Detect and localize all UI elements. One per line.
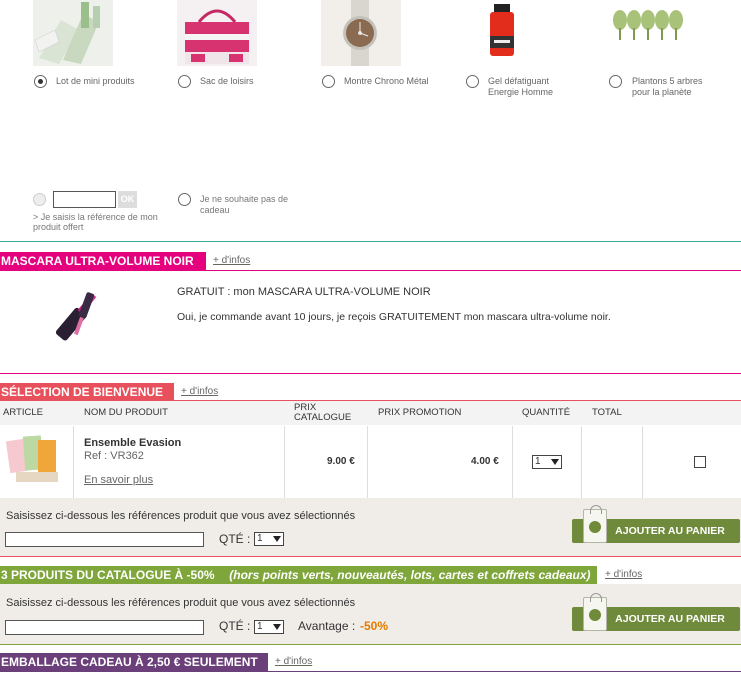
col-divider <box>284 426 285 498</box>
divider-teal <box>0 241 741 242</box>
gift-image-energy-gel[interactable] <box>464 0 544 66</box>
catalogue-section-title: 3 PRODUITS DU CATALOGUE À -50% (hors poi… <box>0 566 597 584</box>
gift-radio-mini-products[interactable] <box>34 75 47 88</box>
emballage-section-title: EMBALLAGE CADEAU À 2,50 € SEULEMENT <box>0 653 268 671</box>
advantage-label: Avantage : <box>298 619 356 633</box>
catalogue-entry-label: Saisissez ci-dessous les références prod… <box>6 597 356 609</box>
mascara-free-line: GRATUIT : mon MASCARA ULTRA-VOLUME NOIR <box>177 286 431 298</box>
catalogue-reference-field[interactable] <box>5 620 204 635</box>
bienvenue-entry-label: Saisissez ci-dessous les références prod… <box>6 510 356 522</box>
mascara-description: Oui, je commande avant 10 jours, je reço… <box>177 311 611 323</box>
col-divider <box>367 426 368 498</box>
catalogue-qty-label: QTÉ : <box>219 619 251 633</box>
gift-image-mini-products[interactable] <box>33 0 113 66</box>
gift-image-trees[interactable] <box>608 0 688 66</box>
catalogue-subtitle: (hors points verts, nouveautés, lots, ca… <box>229 568 591 582</box>
emballage-infos-link[interactable]: + d'infos <box>275 656 312 667</box>
gift-radio-energy-gel[interactable] <box>466 75 479 88</box>
mascara-infos-link[interactable]: + d'infos <box>213 255 250 266</box>
gift-label-trees: Plantons 5 arbres pour la planète <box>632 76 703 97</box>
gift-image-leisure-bag[interactable] <box>177 0 257 66</box>
col-divider <box>512 426 513 498</box>
reference-input[interactable] <box>53 191 116 208</box>
reference-radio[interactable] <box>33 193 46 206</box>
reference-note: > Je saisis la référence de mon produit … <box>33 212 158 232</box>
mascara-image <box>35 283 115 359</box>
ok-button[interactable]: OK <box>118 191 137 208</box>
bienvenue-reference-field[interactable] <box>5 532 204 547</box>
gift-radio-trees[interactable] <box>609 75 622 88</box>
emballage-underline <box>0 671 741 672</box>
no-gift-label: Je ne souhaite pas de cadeau <box>200 194 289 215</box>
row-quantity-select[interactable]: 1 <box>532 455 562 469</box>
product-more-link[interactable]: En savoir plus <box>84 474 153 486</box>
divider-green <box>0 644 741 645</box>
catalogue-qty-select[interactable]: 1 <box>254 620 284 634</box>
catalogue-qty-value: 1 <box>257 621 263 632</box>
catalogue-title: 3 PRODUITS DU CATALOGUE À -50% <box>1 568 215 582</box>
col-divider <box>581 426 582 498</box>
bienvenue-qty-label: QTÉ : <box>219 532 251 546</box>
gift-radio-watch[interactable] <box>322 75 335 88</box>
product-name: Ensemble Evasion <box>84 437 182 449</box>
gift-label-leisure-bag: Sac de loisirs <box>200 76 254 86</box>
catalogue-price: 9.00 € <box>327 456 355 467</box>
col-divider <box>73 426 74 498</box>
promo-price: 4.00 € <box>471 456 499 467</box>
catalogue-infos-link[interactable]: + d'infos <box>605 569 642 580</box>
gift-label-energy-gel: Gel défatiguant Energie Homme <box>488 76 554 97</box>
product-ref: Ref : VR362 <box>84 450 144 462</box>
row-quantity-value: 1 <box>535 456 541 467</box>
shopping-bag-icon <box>583 505 607 543</box>
no-gift-radio[interactable] <box>178 193 191 206</box>
divider-pink <box>0 373 741 374</box>
bienvenue-section-title: SÉLECTION DE BIENVENUE <box>0 383 174 401</box>
bienvenue-infos-link[interactable]: + d'infos <box>181 386 218 397</box>
product-image <box>5 432 64 484</box>
col-divider <box>642 426 643 498</box>
mascara-underline <box>0 270 741 271</box>
bienvenue-qty-select[interactable]: 1 <box>254 532 284 546</box>
gift-label-watch: Montre Chrono Métal <box>344 76 429 86</box>
shopping-bag-icon <box>583 593 607 631</box>
gift-image-watch[interactable] <box>321 0 401 66</box>
gift-label-mini-products: Lot de mini produits <box>56 76 135 86</box>
header-catalogue-price: PRIX CATALOGUE <box>294 402 352 423</box>
mascara-section-title: MASCARA ULTRA-VOLUME NOIR <box>0 252 206 270</box>
row-select-checkbox[interactable] <box>694 456 706 468</box>
gift-radio-leisure-bag[interactable] <box>178 75 191 88</box>
divider-salmon <box>0 556 741 557</box>
advantage-value: -50% <box>360 619 389 633</box>
bienvenue-qty-value: 1 <box>257 533 263 544</box>
